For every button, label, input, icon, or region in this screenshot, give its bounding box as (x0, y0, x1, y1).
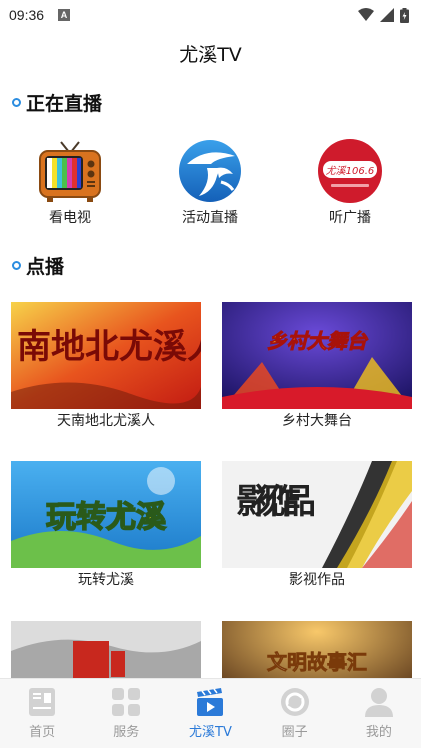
vod-thumbnail: 影视作品 (222, 461, 412, 568)
battery-icon (400, 7, 409, 23)
services-grid-icon (112, 688, 141, 716)
tab-services[interactable]: 服务 (84, 679, 168, 748)
circle-icon (280, 688, 309, 716)
thumb-title: 文明故事汇 (267, 650, 367, 674)
live-item-tv[interactable]: 看电视 (0, 138, 140, 227)
vod-section-header: 点播 (12, 252, 64, 279)
status-bar: 09:36 A (0, 0, 421, 30)
live-item-label: 活动直播 (182, 210, 238, 226)
profile-icon (364, 688, 393, 717)
section-dot-icon (12, 261, 21, 270)
tab-label: 圈子 (281, 725, 308, 740)
tab-label: 首页 (29, 725, 56, 740)
live-item-label: 看电视 (49, 210, 91, 226)
live-row: 看电视 活动直播 尤溪106.6 听广播 (0, 138, 421, 227)
live-item-radio[interactable]: 尤溪106.6 听广播 (280, 138, 420, 227)
tab-home[interactable]: 首页 (0, 679, 84, 748)
notification-a-icon: A (58, 9, 71, 21)
tv-clapper-icon (197, 688, 224, 716)
signal-icon (380, 8, 394, 22)
bottom-tab-bar: 首页 服务 尤溪TV 圈子 我的 (0, 678, 421, 748)
home-news-icon (29, 688, 56, 716)
page-title: 尤溪TV (179, 44, 242, 66)
radio-badge-text: 尤溪106.6 (326, 165, 375, 177)
live-section-title: 正在直播 (26, 93, 103, 115)
section-dot-icon (12, 98, 21, 107)
vod-card[interactable]: 影视作品 影视作品 (222, 461, 412, 589)
vod-card-label: 天南地北尤溪人 (57, 413, 155, 429)
live-section-header: 正在直播 (12, 89, 102, 116)
vod-card[interactable]: 南地北尤溪人 天南地北尤溪人 (11, 302, 201, 430)
tab-profile[interactable]: 我的 (337, 679, 421, 748)
live-item-activity[interactable]: 活动直播 (140, 138, 280, 227)
vod-thumbnail: 南地北尤溪人 (11, 302, 201, 409)
tv-icon (39, 141, 101, 202)
vod-thumbnail: 乡村大舞台 (222, 302, 412, 409)
vod-thumbnail: 玩转尤溪 (11, 461, 201, 568)
vod-card-label: 玩转尤溪 (78, 572, 134, 588)
vod-card-label: 乡村大舞台 (282, 413, 352, 429)
thumb-title: 玩转尤溪 (46, 500, 167, 535)
tab-circle[interactable]: 圈子 (253, 679, 337, 748)
thumb-title: 乡村大舞台 (267, 329, 369, 353)
activity-live-icon (179, 140, 241, 202)
tab-youxi-tv[interactable]: 尤溪TV (168, 679, 252, 748)
vod-card[interactable]: 玩转尤溪 玩转尤溪 (11, 461, 201, 589)
tab-label: 我的 (365, 725, 392, 740)
tab-label: 服务 (113, 725, 140, 740)
thumb-title: 南地北尤溪人 (17, 327, 201, 367)
thumb-title: 影视作品 (236, 482, 316, 522)
vod-card[interactable]: 乡村大舞台 乡村大舞台 (222, 302, 412, 430)
vod-card-label: 影视作品 (289, 572, 345, 588)
status-icons (358, 7, 409, 23)
radio-icon: 尤溪106.6 (318, 139, 382, 203)
live-item-label: 听广播 (329, 210, 371, 226)
wifi-icon (358, 8, 374, 21)
vod-section-title: 点播 (26, 256, 65, 278)
status-time: 09:36 (9, 7, 45, 23)
tab-label: 尤溪TV (189, 725, 232, 740)
